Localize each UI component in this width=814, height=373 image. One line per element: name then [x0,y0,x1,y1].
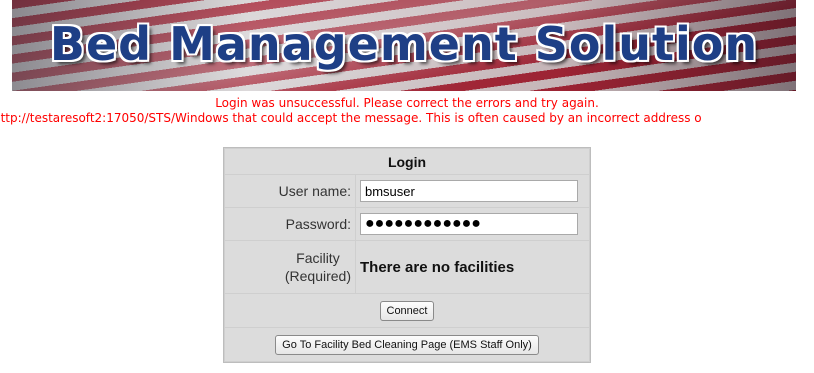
app-banner: Bed Management Solution [12,0,796,91]
facility-message: There are no facilities [360,258,515,276]
bed-cleaning-page-button[interactable]: Go To Facility Bed Cleaning Page (EMS St… [275,334,539,355]
facility-label-line2: (Required) [284,268,351,284]
error-summary: Login was unsuccessful. Please correct t… [215,96,599,110]
password-label: Password: [225,208,355,240]
facility-label: Facility (Required) [225,241,355,293]
username-input[interactable] [360,180,578,202]
connect-button[interactable]: Connect [379,300,435,321]
facility-label-line1: Facility [296,250,340,266]
error-detail: http://testaresoft2:17050/STS/Windows th… [0,111,702,125]
login-panel: Login User name: Password: Facility (Req… [223,147,591,363]
username-label: User name: [225,175,355,207]
login-header: Login [225,149,589,174]
password-input[interactable] [360,213,578,235]
app-title: Bed Management Solution [49,17,759,71]
